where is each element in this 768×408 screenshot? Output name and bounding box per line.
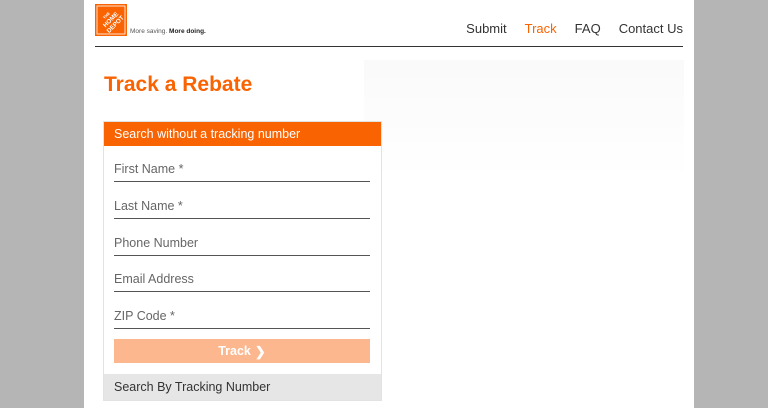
nav-track[interactable]: Track xyxy=(525,21,557,36)
email-field[interactable] xyxy=(114,267,370,292)
tagline-regular: More saving. xyxy=(130,28,168,35)
last-name-field[interactable] xyxy=(114,194,370,219)
search-by-tracking-number-tab[interactable]: Search By Tracking Number xyxy=(104,374,381,400)
first-name-field[interactable] xyxy=(114,157,370,182)
chevron-right-icon: ❯ xyxy=(254,343,266,359)
faded-background-graphic xyxy=(364,60,684,180)
nav-contact-us[interactable]: Contact Us xyxy=(619,21,683,36)
brand-tagline: More saving. More doing. xyxy=(130,28,206,35)
page-title: Track a Rebate xyxy=(104,73,253,96)
search-panel: Search without a tracking number Track ❯… xyxy=(103,121,382,401)
nav-submit[interactable]: Submit xyxy=(466,21,506,36)
nav-faq[interactable]: FAQ xyxy=(575,21,601,36)
phone-field[interactable] xyxy=(114,231,370,256)
page-container: THE HOME DEPOT More saving. More doing. … xyxy=(84,0,694,408)
zip-code-field[interactable] xyxy=(114,304,370,329)
site-header: THE HOME DEPOT More saving. More doing. … xyxy=(95,0,683,47)
panel-header: Search without a tracking number xyxy=(104,122,381,146)
track-button-label: Track xyxy=(218,344,251,358)
tagline-bold: More doing. xyxy=(169,28,206,35)
home-depot-logo[interactable]: THE HOME DEPOT xyxy=(95,4,127,36)
main-nav: Submit Track FAQ Contact Us xyxy=(448,21,683,36)
track-button[interactable]: Track ❯ xyxy=(114,339,370,363)
